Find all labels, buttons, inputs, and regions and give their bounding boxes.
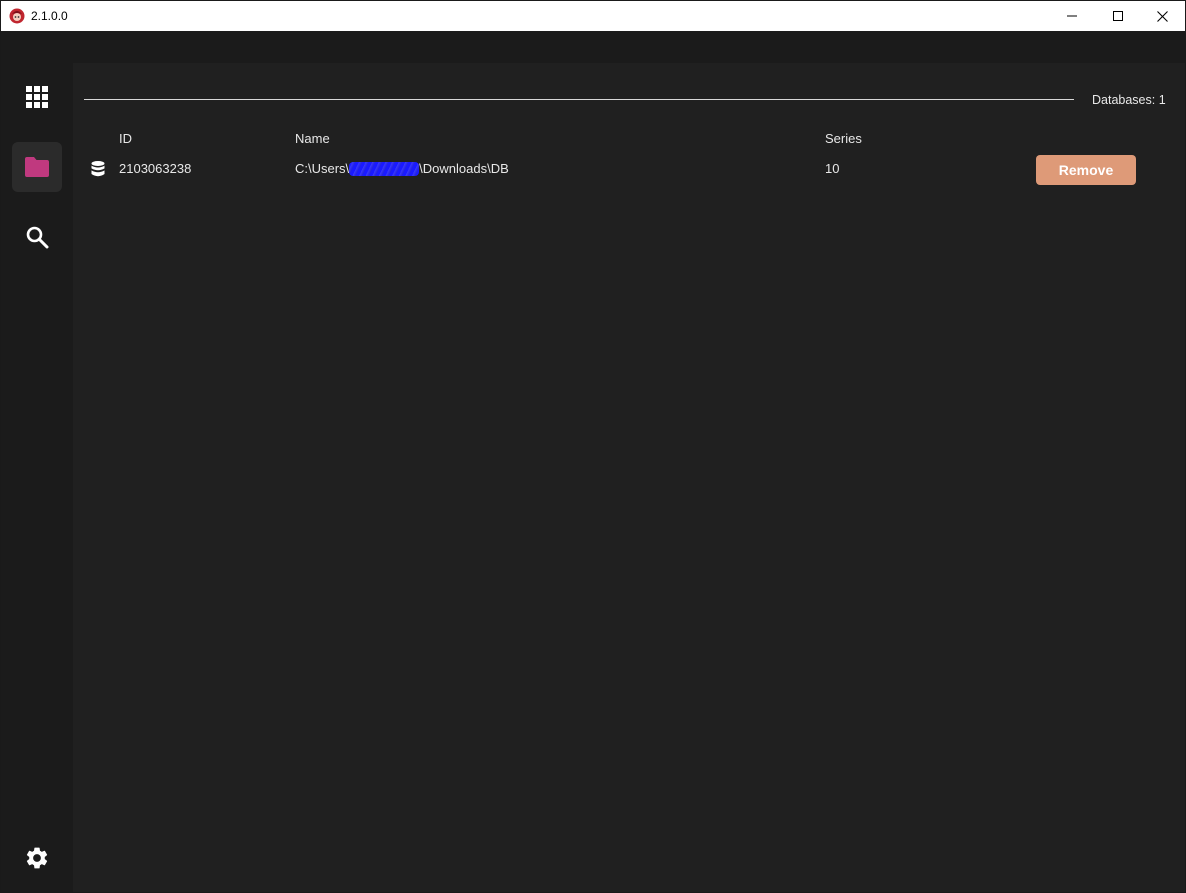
row-name-suffix: \Downloads\DB	[419, 161, 509, 176]
column-header-name: Name	[295, 131, 330, 146]
database-icon	[91, 161, 105, 177]
row-name: C:\Users\ \Downloads\DB	[295, 161, 509, 176]
remove-button[interactable]: Remove	[1036, 155, 1136, 185]
column-header-series: Series	[825, 131, 862, 146]
settings-button[interactable]	[12, 833, 62, 883]
sidebar-item-search[interactable]	[12, 212, 62, 262]
sidebar-item-databases[interactable]	[12, 142, 62, 192]
grid-icon	[26, 86, 48, 108]
app-window: 2.1.0.0 Databases: 1 ID Name Series 2103…	[0, 0, 1186, 893]
redacted-username	[349, 162, 420, 176]
gear-icon	[26, 847, 48, 869]
folder-icon	[25, 157, 49, 177]
minimize-button[interactable]	[1049, 1, 1095, 31]
app-logo-icon	[9, 8, 25, 24]
maximize-icon	[1113, 11, 1123, 21]
close-button[interactable]	[1139, 1, 1185, 31]
minimize-icon	[1067, 15, 1077, 17]
title-bar[interactable]: 2.1.0.0	[1, 1, 1185, 31]
column-header-id: ID	[119, 131, 132, 146]
window-title: 2.1.0.0	[31, 9, 68, 23]
header-strip	[1, 31, 1185, 63]
search-icon	[26, 226, 49, 249]
row-id: 2103063238	[119, 161, 192, 176]
row-name-prefix: C:\Users\	[295, 161, 350, 176]
sidebar-item-dashboard[interactable]	[12, 72, 62, 122]
close-icon	[1156, 10, 1168, 22]
databases-count: Databases: 1	[1092, 93, 1166, 107]
sidebar	[1, 63, 73, 892]
row-series: 10	[825, 161, 840, 176]
main-panel: Databases: 1 ID Name Series 2103063238 C…	[73, 63, 1185, 892]
header-divider	[84, 99, 1074, 100]
maximize-button[interactable]	[1095, 1, 1141, 31]
